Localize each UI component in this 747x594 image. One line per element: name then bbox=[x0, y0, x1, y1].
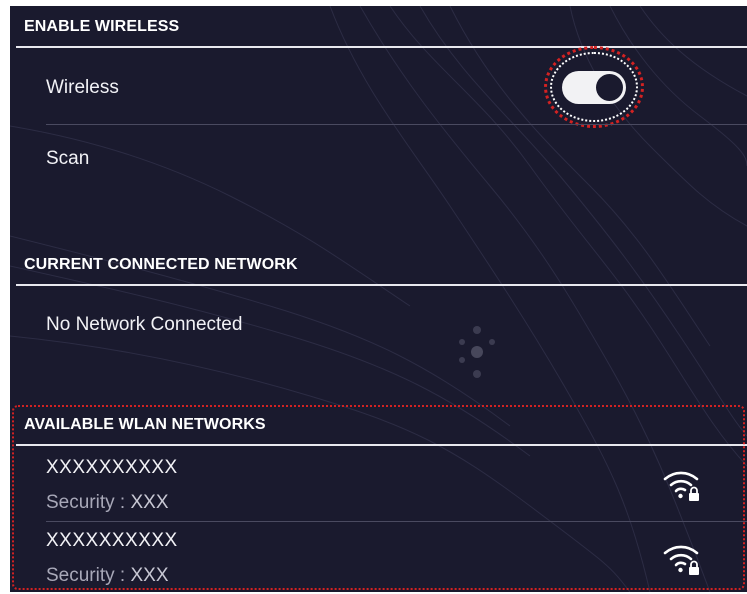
current-network-header: CURRENT CONNECTED NETWORK bbox=[16, 244, 747, 286]
wifi-lock-icon bbox=[663, 471, 699, 501]
security-value: XXX bbox=[130, 492, 169, 513]
security-label: Security : bbox=[46, 565, 131, 586]
loading-spinner-icon bbox=[459, 326, 495, 378]
wifi-lock-icon bbox=[663, 545, 699, 575]
network-status: No Network Connected bbox=[46, 314, 243, 335]
network-security: Security : XXX bbox=[46, 492, 169, 514]
security-value: XXX bbox=[130, 565, 169, 586]
network-name: XXXXXXXXXX bbox=[46, 530, 178, 551]
network-name: XXXXXXXXXX bbox=[46, 457, 178, 478]
security-label: Security : bbox=[46, 492, 131, 513]
enable-wireless-header: ENABLE WIRELESS bbox=[16, 6, 747, 48]
scan-button[interactable]: Scan bbox=[46, 148, 747, 170]
available-networks-header: AVAILABLE WLAN NETWORKS bbox=[16, 404, 747, 446]
wireless-settings-screen: ENABLE WIRELESS Wireless Scan CURRENT CO… bbox=[10, 6, 747, 592]
row-divider bbox=[46, 124, 747, 125]
network-security: Security : XXX bbox=[46, 565, 169, 587]
row-divider bbox=[46, 521, 747, 522]
toggle-highlight-annotation bbox=[544, 46, 644, 128]
